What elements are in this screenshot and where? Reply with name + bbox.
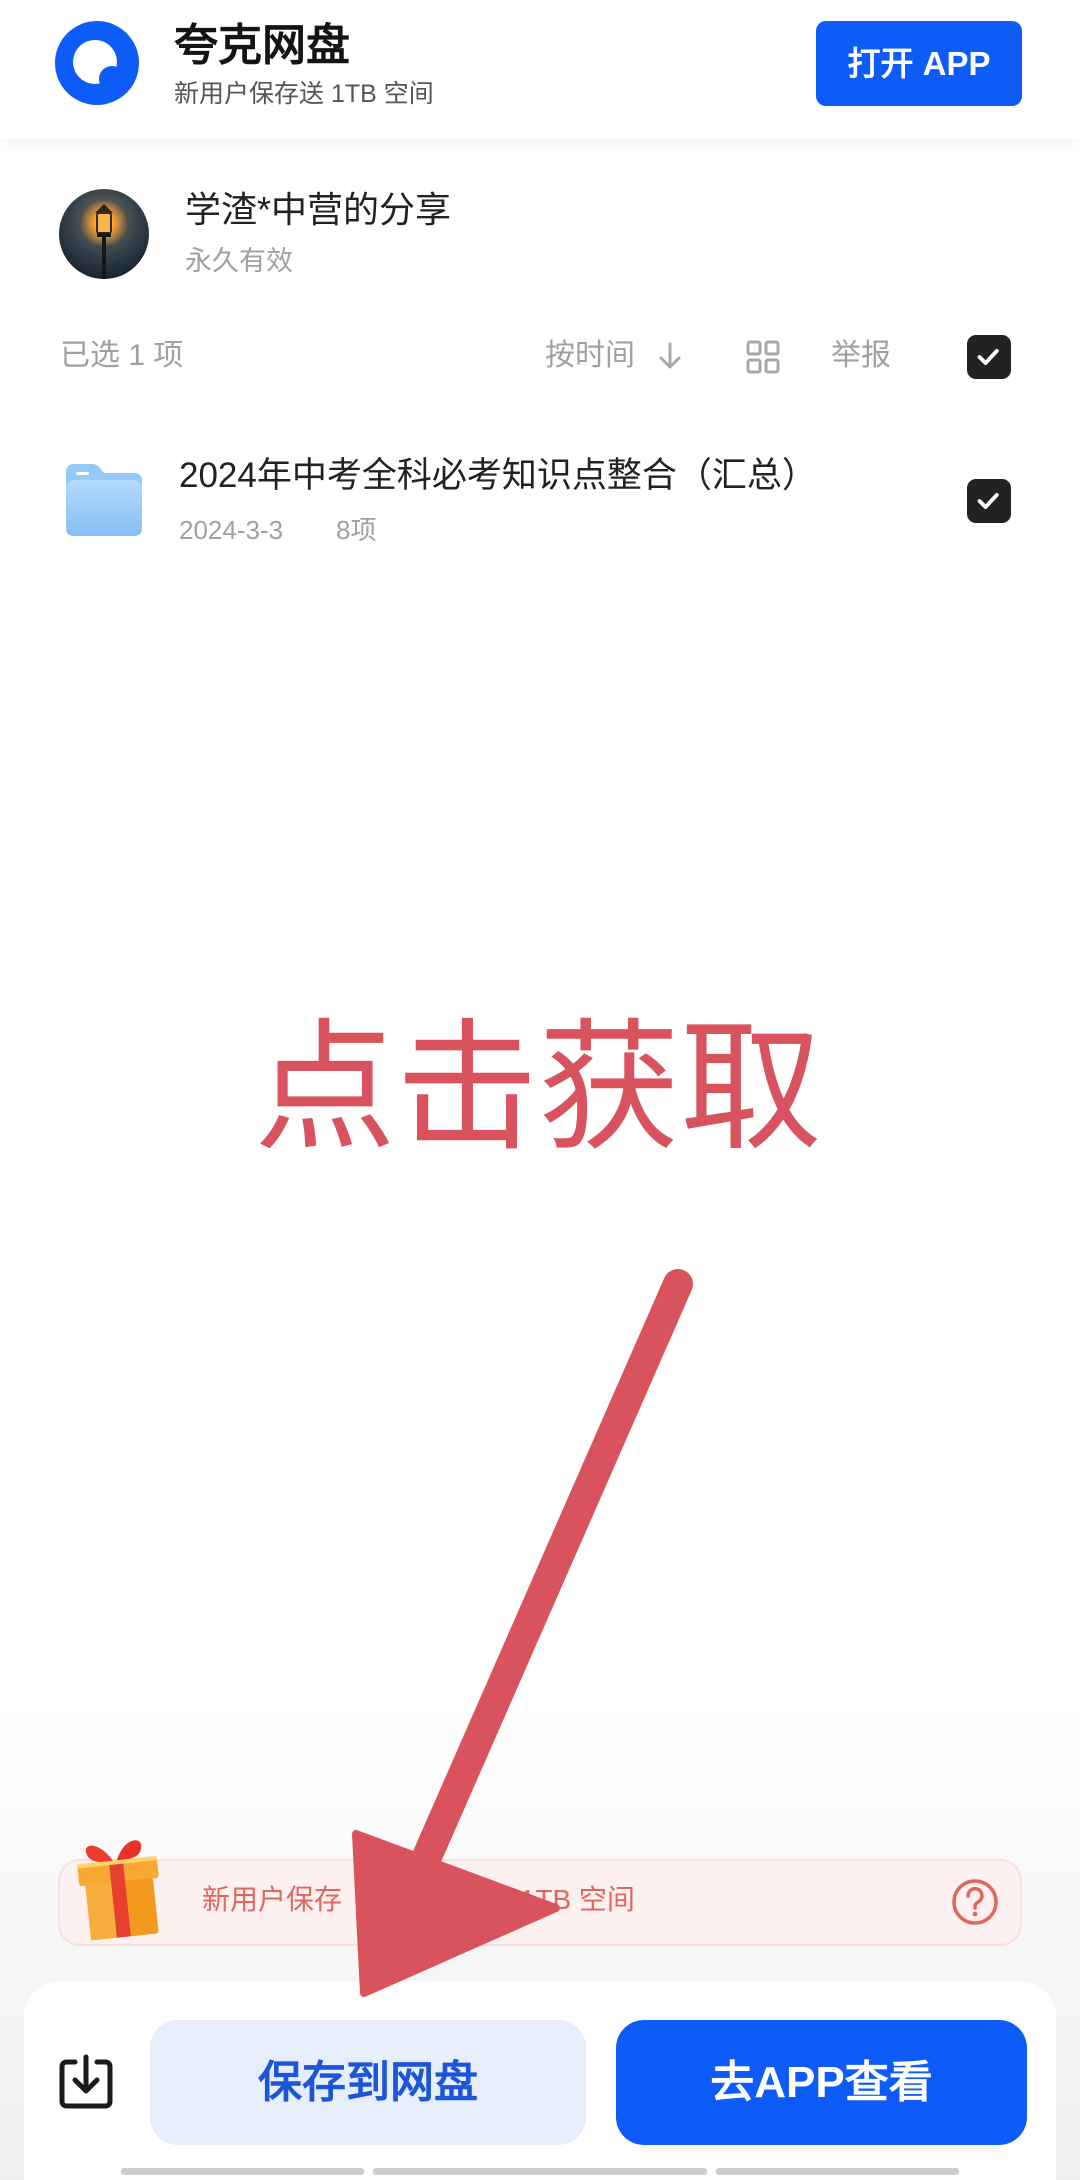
quark-logo-icon	[55, 21, 139, 105]
app-name: 夸克网盘	[174, 21, 350, 70]
folder-icon	[66, 464, 142, 536]
avatar	[59, 189, 149, 279]
arrow-down-icon[interactable]	[658, 340, 682, 372]
promo-text-start: 新用户保存	[202, 1884, 343, 1915]
file-name: 2024年中考全科必考知识点整合（汇总）	[179, 456, 817, 495]
bottom-indicator-segment	[373, 2168, 707, 2175]
top-bar: 夸克网盘 新用户保存送 1TB 空间 打开 APP	[0, 0, 1080, 139]
sort-by-time-button[interactable]: 按时间	[545, 341, 635, 371]
download-icon[interactable]	[58, 2052, 114, 2110]
view-in-app-button[interactable]: 去APP查看	[616, 2020, 1027, 2145]
selected-count: 已选 1 项	[60, 339, 184, 372]
bottom-indicator-segment	[121, 2168, 364, 2175]
report-button[interactable]: 举报	[831, 341, 891, 371]
file-row[interactable]: 2024年中考全科必考知识点整合（汇总） 2024-3-3 8项	[40, 440, 1040, 560]
bottom-indicator-segment	[716, 2168, 959, 2175]
save-to-drive-button[interactable]: 保存到网盘	[150, 2020, 586, 2145]
grid-view-icon[interactable]	[746, 340, 780, 374]
callout-text: 点击获取	[254, 1009, 822, 1168]
share-owner: 学渣*中营的分享	[185, 189, 452, 230]
open-app-button[interactable]: 打开 APP	[816, 21, 1022, 106]
file-item-count: 8项	[336, 515, 377, 545]
file-checkbox[interactable]	[967, 479, 1011, 523]
street-lamp-avatar	[59, 189, 149, 279]
promo-text-end: 立享 1TB 空间	[456, 1884, 635, 1915]
app-tagline: 新用户保存送 1TB 空间	[174, 80, 434, 108]
question-circle-icon[interactable]	[951, 1878, 999, 1926]
select-all-checkbox[interactable]	[967, 335, 1011, 379]
gift-icon	[77, 1840, 159, 1941]
share-validity: 永久有效	[185, 246, 293, 276]
file-date: 2024-3-3	[179, 515, 284, 545]
check-icon	[977, 349, 999, 365]
check-icon	[977, 493, 999, 509]
